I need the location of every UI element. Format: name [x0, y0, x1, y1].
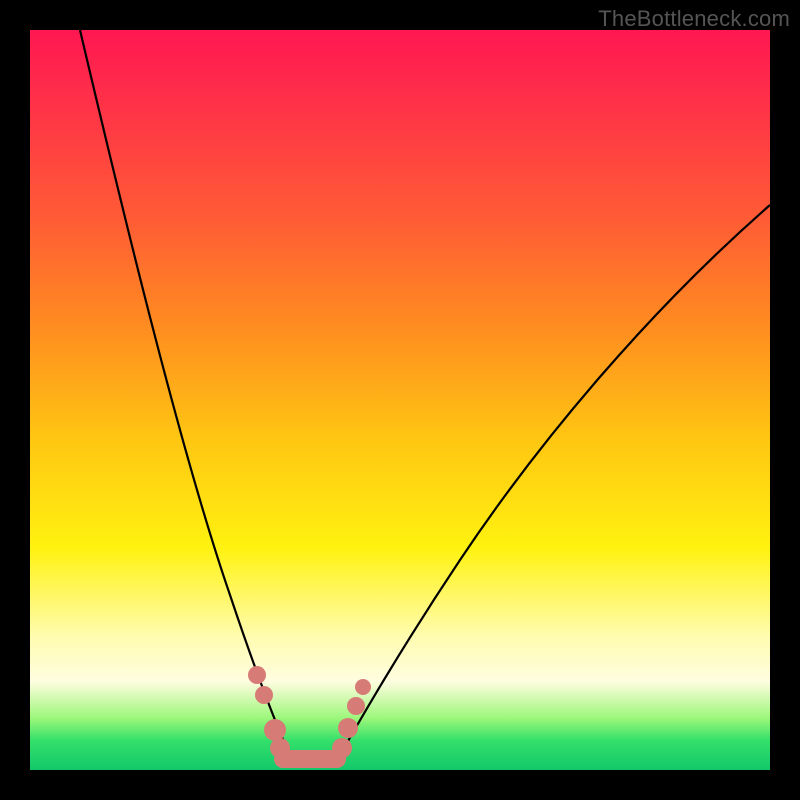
bead-right-2 — [338, 718, 358, 738]
chart-svg — [30, 30, 770, 770]
bead-left-3 — [264, 719, 286, 741]
valley-beads — [248, 666, 371, 768]
bead-left-1 — [248, 666, 266, 684]
bead-right-1 — [332, 738, 352, 758]
watermark-text: TheBottleneck.com — [598, 6, 790, 32]
bead-right-3 — [347, 697, 365, 715]
bead-right-4 — [355, 679, 371, 695]
plot-area — [30, 30, 770, 770]
chart-frame: TheBottleneck.com — [0, 0, 800, 800]
right-curve — [340, 205, 770, 755]
bead-left-2 — [255, 686, 273, 704]
left-curve — [80, 30, 290, 755]
bead-left-4 — [270, 738, 290, 758]
